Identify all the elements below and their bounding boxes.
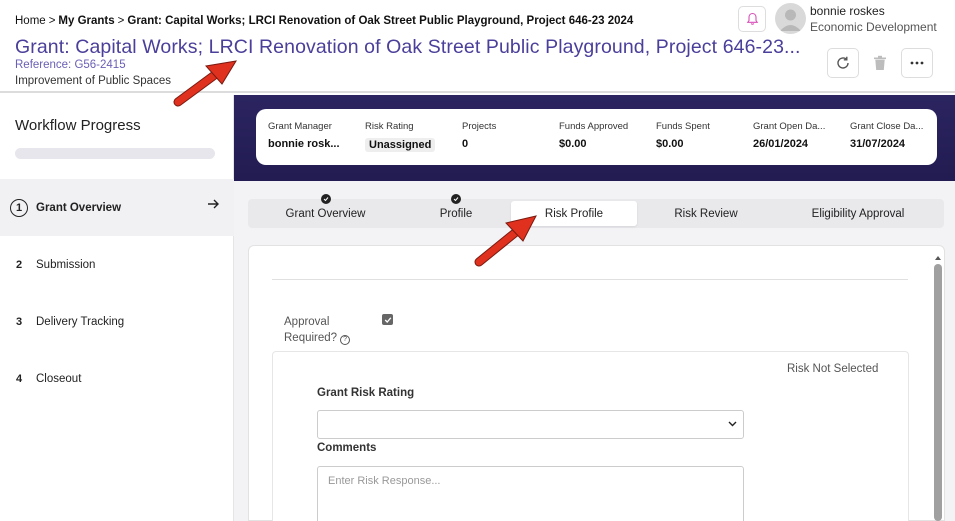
workflow-sidebar: Workflow Progress 1 Grant Overview 2 Sub… (0, 95, 234, 521)
arrow-right-icon (208, 199, 219, 209)
approval-label-line1: Approval (284, 316, 330, 328)
summary-value: 26/01/2024 (753, 138, 809, 150)
tab-label: Risk Review (674, 207, 738, 220)
step-label: Closeout (36, 372, 82, 385)
risk-status-text: Risk Not Selected (787, 363, 879, 375)
summary-grant-close-date: Grant Close Da... 31/07/2024 (850, 121, 928, 150)
summary-funds-spent: Funds Spent $0.00 (656, 121, 748, 150)
user-department: Economic Development (810, 20, 937, 34)
check-icon (451, 194, 461, 204)
more-horizontal-icon (910, 61, 924, 65)
approval-label-line2: Required? (284, 332, 338, 344)
summary-label: Grant Close Da... (850, 121, 924, 132)
tab-risk-profile[interactable]: Risk Profile (511, 201, 637, 226)
breadcrumb-home[interactable]: Home (15, 15, 46, 27)
summary-projects: Projects 0 (462, 121, 554, 150)
step-label: Delivery Tracking (36, 315, 125, 328)
summary-value: bonnie rosk... (268, 138, 340, 150)
summary-funds-approved: Funds Approved $0.00 (559, 121, 651, 150)
chevron-down-icon (728, 421, 737, 427)
summary-value: $0.00 (559, 138, 587, 150)
workflow-step-delivery-tracking[interactable]: 3 Delivery Tracking (0, 293, 234, 350)
scrollbar[interactable] (934, 254, 942, 521)
workflow-progress-bar (15, 148, 215, 159)
comments-label: Comments (317, 442, 377, 454)
summary-risk-rating: Risk Rating Unassigned (365, 121, 457, 157)
tab-label: Risk Profile (544, 207, 604, 220)
delete-button[interactable] (864, 48, 896, 78)
breadcrumb-separator: > (48, 15, 56, 27)
workflow-step-grant-overview[interactable]: 1 Grant Overview (0, 179, 234, 236)
risk-rating-badge: Unassigned (365, 138, 436, 152)
summary-label: Grant Manager (268, 121, 332, 132)
step-number: 4 (15, 372, 23, 385)
step-number: 2 (15, 258, 23, 271)
refresh-button[interactable] (827, 48, 859, 78)
step-label: Submission (36, 258, 96, 271)
tab-label: Grant Overview (285, 207, 366, 220)
grant-summary-card: Grant Manager bonnie rosk... Risk Rating… (256, 109, 937, 165)
tab-eligibility-approval[interactable]: Eligibility Approval (772, 199, 944, 228)
tab-label: Profile (439, 207, 473, 220)
approval-required-label: Approval Required?? (284, 314, 351, 346)
summary-grant-manager: Grant Manager bonnie rosk... (268, 121, 360, 150)
grant-reference: Reference: G56-2415 (15, 59, 126, 71)
grant-tabs: Grant Overview Profile Risk Profile Risk… (248, 194, 944, 228)
summary-value: $0.00 (656, 138, 684, 150)
summary-label: Funds Approved (559, 121, 629, 132)
user-icon (780, 9, 801, 31)
scroll-up-icon[interactable] (934, 254, 942, 262)
trash-icon (874, 55, 886, 70)
step-label: Grant Overview (36, 201, 122, 214)
step-number: 1 (10, 198, 28, 217)
summary-label: Risk Rating (365, 121, 414, 132)
page-title: Grant: Capital Works; LRCI Renovation of… (15, 36, 801, 58)
bell-icon (746, 12, 758, 25)
more-options-button[interactable] (901, 48, 933, 78)
summary-grant-open-date: Grant Open Da... 26/01/2024 (753, 121, 829, 150)
summary-value: 31/07/2024 (850, 138, 906, 150)
approval-required-checkbox[interactable] (382, 314, 393, 325)
scrollbar-thumb[interactable] (934, 264, 942, 521)
summary-label: Funds Spent (656, 121, 710, 132)
page-header: Home > My Grants > Grant: Capital Works; LRC… (0, 0, 955, 93)
grant-risk-rating-select[interactable] (317, 410, 744, 439)
breadcrumb-separator: > (117, 15, 125, 27)
summary-label: Grant Open Da... (753, 121, 826, 132)
grant-risk-rating-label: Grant Risk Rating (317, 387, 415, 399)
help-icon[interactable]: ? (340, 335, 351, 345)
tab-grant-overview[interactable]: Grant Overview (248, 194, 403, 228)
tab-profile[interactable]: Profile (403, 194, 509, 228)
check-icon (320, 194, 331, 204)
tab-label: Eligibility Approval (811, 207, 905, 220)
refresh-icon (837, 56, 849, 69)
grant-subtitle: Improvement of Public Spaces (15, 75, 171, 87)
summary-label: Projects (462, 121, 497, 132)
tab-risk-review[interactable]: Risk Review (640, 199, 772, 228)
check-icon (384, 316, 391, 323)
comments-textarea[interactable]: Enter Risk Response... (317, 466, 744, 521)
avatar[interactable] (775, 3, 806, 34)
breadcrumb-my-grants[interactable]: My Grants (58, 15, 114, 27)
notifications-button[interactable] (738, 6, 766, 32)
breadcrumb: Home > My Grants > Grant: Capital Works; LRC… (15, 15, 633, 27)
workflow-step-submission[interactable]: 2 Submission (0, 236, 234, 293)
summary-value: 0 (462, 138, 469, 150)
user-name: bonnie roskes (810, 4, 885, 18)
breadcrumb-current: Grant: Capital Works; LRCI Renovation of… (127, 15, 634, 27)
workflow-step-closeout[interactable]: 4 Closeout (0, 350, 234, 407)
divider (272, 279, 908, 280)
step-number: 3 (15, 315, 23, 328)
workflow-progress-title: Workflow Progress (15, 117, 141, 134)
